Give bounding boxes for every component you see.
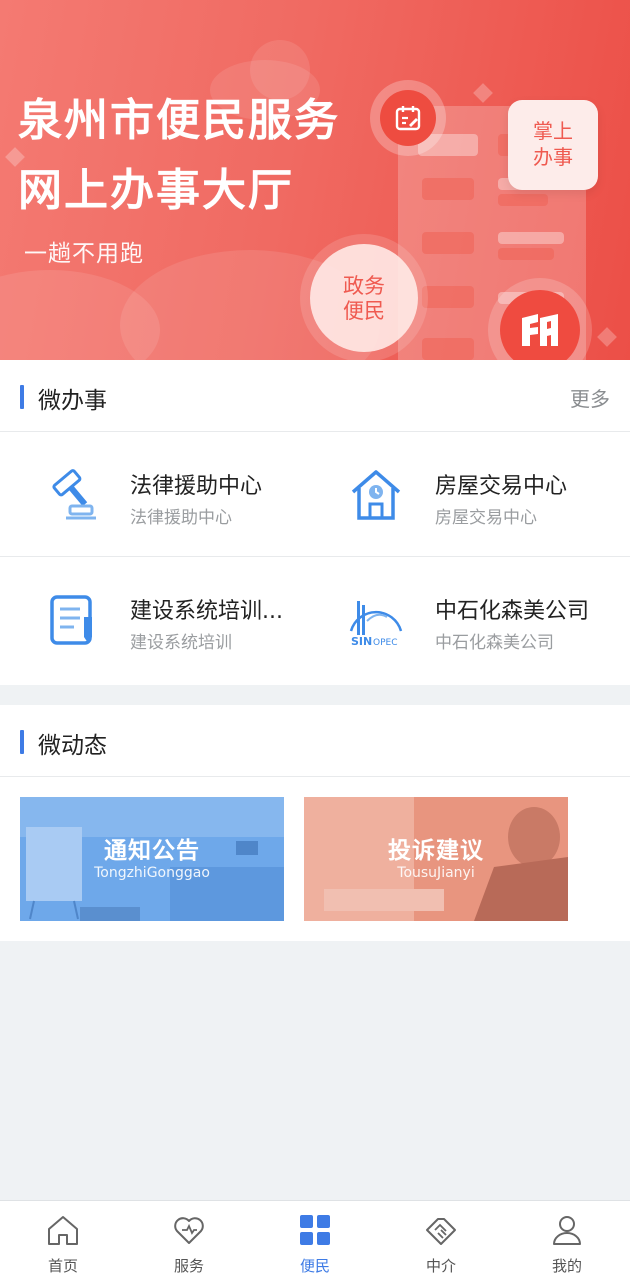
user-icon: [553, 1216, 581, 1245]
svg-text:SIN: SIN: [351, 635, 372, 648]
service-name: 中石化森美公司: [435, 599, 590, 624]
tab-label: 服务: [173, 1257, 204, 1275]
complaint-card-subtitle: TousuJianyi: [397, 865, 475, 881]
banner-title-line2: 网上办事大厅: [18, 165, 294, 216]
calendar-icon: [380, 90, 436, 146]
service-sub: 法律援助中心: [130, 508, 232, 528]
news-title: 微动态: [38, 733, 107, 759]
services-row-1: 法律援助中心 法律援助中心 房屋交易中心 房屋交易中心: [0, 432, 630, 557]
banner-title-line1: 泉州市便民服务: [18, 95, 340, 146]
services-title: 微办事: [38, 388, 107, 414]
service-item-sinopec[interactable]: SIN OPEC 中石化森美公司 中石化森美公司: [315, 557, 630, 682]
bottom-tab-bar: 首页 服务 便民 中介 我的: [0, 1200, 630, 1280]
tab-label: 我的: [551, 1257, 582, 1275]
services-section: 微办事 更多 法律援助中心 法律援助中心 房屋交易中心 房屋交易中心 建设系统培…: [0, 360, 630, 685]
tab-services[interactable]: 服务: [126, 1201, 252, 1280]
service-item-housing[interactable]: 房屋交易中心 房屋交易中心: [315, 432, 630, 557]
tab-home[interactable]: 首页: [0, 1201, 126, 1280]
badge-line2: 办事: [533, 145, 573, 169]
news-section: 微动态 通知公告 TongzhiGonggao 投诉建议 TousuJianyi: [0, 705, 630, 941]
gov-line1: 政务: [343, 274, 385, 298]
tab-label: 中介: [425, 1257, 456, 1275]
heart-icon: [174, 1217, 204, 1244]
service-item-legal-aid[interactable]: 法律援助中心 法律援助中心: [0, 432, 315, 557]
notice-card-title: 通知公告: [104, 838, 200, 864]
complaint-card-title: 投诉建议: [388, 838, 484, 864]
more-link[interactable]: 更多: [570, 383, 610, 412]
tab-label: 首页: [47, 1257, 78, 1275]
news-header: 微动态: [0, 705, 630, 777]
badge-line1: 掌上: [533, 119, 573, 143]
notice-card-subtitle: TongzhiGonggao: [94, 865, 210, 881]
tab-mine[interactable]: 我的: [504, 1201, 630, 1280]
service-sub: 房屋交易中心: [435, 508, 537, 528]
grid-icon: [300, 1215, 330, 1245]
complaint-card[interactable]: 投诉建议 TousuJianyi: [304, 797, 568, 921]
section-accent-bar: [20, 730, 24, 754]
gov-line2: 便民: [343, 299, 385, 323]
mobile-service-badge: 掌上 办事: [508, 100, 598, 190]
services-row-2: 建设系统培训... 建设系统培训 SIN OPEC 中石化森美公司 中石化森美公…: [0, 557, 630, 682]
tab-agency[interactable]: 中介: [378, 1201, 504, 1280]
tab-convenience[interactable]: 便民: [252, 1201, 378, 1280]
document-edit-icon: [44, 591, 102, 649]
house-clock-icon: [347, 466, 405, 524]
tab-label: 便民: [299, 1257, 330, 1275]
home-icon: [48, 1216, 78, 1245]
gavel-icon: [44, 466, 102, 524]
gov-service-circle: 政务 便民: [310, 244, 418, 352]
service-name: 房屋交易中心: [435, 474, 568, 499]
brand-logo-icon: [500, 290, 580, 360]
service-sub: 建设系统培训: [130, 633, 232, 653]
notice-card[interactable]: 通知公告 TongzhiGonggao: [20, 797, 284, 921]
svg-text:OPEC: OPEC: [373, 638, 397, 648]
service-name: 建设系统培训...: [130, 599, 283, 624]
services-header: 微办事 更多: [0, 360, 630, 432]
service-item-training[interactable]: 建设系统培训... 建设系统培训: [0, 557, 315, 682]
section-accent-bar: [20, 385, 24, 409]
news-cards: 通知公告 TongzhiGonggao 投诉建议 TousuJianyi: [0, 777, 630, 941]
service-sub: 中石化森美公司: [435, 633, 554, 653]
banner-slogan: 一趟不用跑: [24, 241, 144, 267]
hero-banner[interactable]: 泉州市便民服务 网上办事大厅 一趟不用跑 掌上 办事 政务 便民: [0, 0, 630, 360]
sinopec-logo-icon: SIN OPEC: [347, 591, 405, 649]
handshake-icon: [426, 1218, 456, 1245]
service-name: 法律援助中心: [130, 474, 263, 499]
